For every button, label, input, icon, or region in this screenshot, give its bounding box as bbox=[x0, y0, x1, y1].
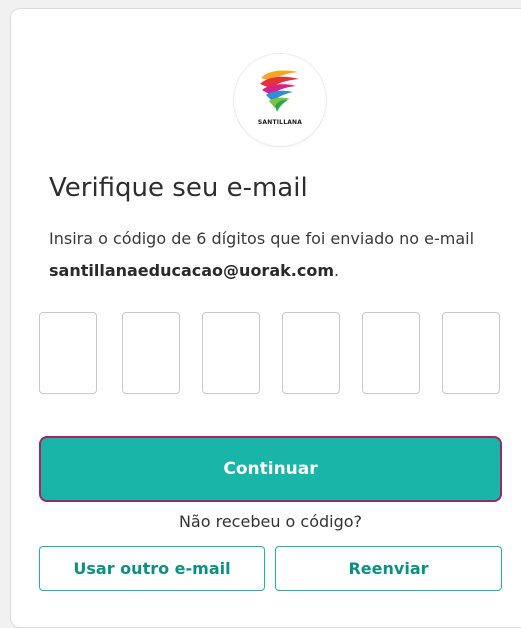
resend-button[interactable]: Reenviar bbox=[275, 546, 502, 591]
code-digit-3-input[interactable] bbox=[202, 312, 260, 394]
target-email: santillanaeducacao@uorak.com bbox=[49, 261, 334, 280]
brand-logo-wordmark: SANTILLANA bbox=[257, 119, 303, 126]
continue-button[interactable]: Continuar bbox=[39, 436, 502, 502]
code-digit-6-input[interactable] bbox=[442, 312, 500, 394]
page-title: Verifique seu e-mail bbox=[49, 173, 308, 203]
instruction-prefix: Insira o código de 6 dígitos que foi env… bbox=[49, 229, 475, 248]
code-digit-2-input[interactable] bbox=[122, 312, 180, 394]
santillana-feather-icon bbox=[260, 70, 299, 112]
code-digit-4-input[interactable] bbox=[282, 312, 340, 394]
verification-card: SANTILLANA Verifique seu e-mail Insira o… bbox=[10, 8, 521, 628]
code-digit-1-input[interactable] bbox=[39, 312, 97, 394]
instruction-text: Insira o código de 6 dígitos que foi env… bbox=[49, 223, 511, 287]
code-digit-5-input[interactable] bbox=[362, 312, 420, 394]
use-other-email-button[interactable]: Usar outro e-mail bbox=[39, 546, 265, 591]
brand-logo: SANTILLANA bbox=[233, 53, 327, 147]
no-code-question: Não recebeu o código? bbox=[178, 512, 363, 531]
instruction-suffix: . bbox=[333, 261, 340, 280]
